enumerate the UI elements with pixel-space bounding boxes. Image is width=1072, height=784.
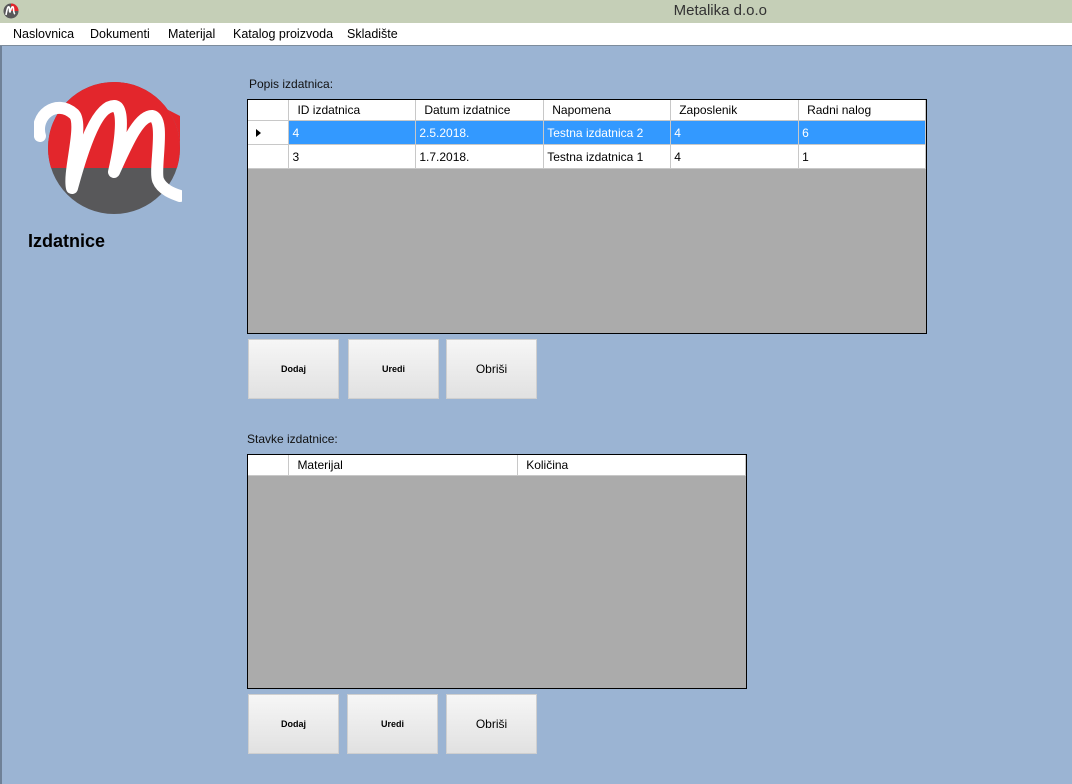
row-header[interactable]: [248, 120, 290, 145]
column-header-zaposlenik[interactable]: Zaposlenik: [670, 100, 800, 121]
menu-item-katalog-proizvoda[interactable]: Katalog proizvoda: [233, 27, 333, 41]
table-cell[interactable]: 4: [670, 120, 800, 145]
row-pointer-icon: [256, 128, 261, 137]
table-row[interactable]: 4 2.5.2018. Testna izdatnica 2 4 6: [248, 120, 926, 145]
table-header-row: Materijal Količina: [248, 455, 746, 476]
menu-item-skladiste[interactable]: Skladište: [347, 27, 398, 41]
column-header-napomena[interactable]: Napomena: [543, 100, 672, 121]
stavke-table: Materijal Količina: [248, 455, 746, 476]
izdatnice-edit-button[interactable]: Uredi: [348, 339, 439, 399]
page-title: Izdatnice: [28, 231, 106, 251]
table-row[interactable]: 3 1.7.2018. Testna izdatnica 1 4 1: [248, 144, 926, 169]
title-bar: Metalika d.o.o: [0, 0, 1072, 23]
stavke-delete-button[interactable]: Obriši: [446, 694, 537, 754]
table-cell[interactable]: 2.5.2018.: [415, 120, 545, 145]
row-header-corner: [248, 100, 290, 121]
row-header[interactable]: [248, 144, 290, 169]
menu-bar: Naslovnica Dokumenti Materijal Katalog p…: [0, 23, 1072, 46]
column-header-radni-nalog[interactable]: Radni nalog: [798, 100, 926, 121]
table-cell[interactable]: 1: [798, 144, 926, 169]
table-cell[interactable]: 4: [670, 144, 800, 169]
column-header-id[interactable]: ID izdatnica: [288, 100, 417, 121]
stavke-label: Stavke izdatnice:: [247, 432, 338, 446]
stavke-grid[interactable]: Materijal Količina: [247, 454, 747, 689]
stavke-edit-button[interactable]: Uredi: [347, 694, 438, 754]
menu-item-dokumenti[interactable]: Dokumenti: [90, 27, 150, 41]
column-header-materijal[interactable]: Materijal: [288, 455, 519, 476]
table-cell[interactable]: Testna izdatnica 1: [543, 144, 672, 169]
row-header-corner: [248, 455, 290, 476]
table-cell[interactable]: 3: [288, 144, 417, 169]
izdatnice-add-button[interactable]: Dodaj: [248, 339, 339, 399]
column-header-kolicina[interactable]: Količina: [517, 455, 746, 476]
table-cell[interactable]: 4: [288, 120, 417, 145]
menu-item-naslovnica[interactable]: Naslovnica: [13, 27, 74, 41]
izdatnice-label: Popis izdatnica:: [249, 77, 334, 91]
table-header-row: ID izdatnica Datum izdatnice Napomena Za…: [248, 100, 926, 121]
stavke-add-button[interactable]: Dodaj: [248, 694, 339, 754]
table-cell[interactable]: 6: [798, 120, 926, 145]
window-title: Metalika d.o.o: [673, 2, 767, 19]
column-header-datum[interactable]: Datum izdatnice: [415, 100, 545, 121]
izdatnice-grid[interactable]: ID izdatnica Datum izdatnice Napomena Za…: [247, 99, 927, 334]
izdatnice-table: ID izdatnica Datum izdatnice Napomena Za…: [248, 100, 926, 169]
table-cell[interactable]: 1.7.2018.: [415, 144, 545, 169]
table-cell[interactable]: Testna izdatnica 2: [543, 120, 672, 145]
metalika-logo: [34, 82, 182, 214]
izdatnice-delete-button[interactable]: Obriši: [446, 339, 537, 399]
menu-item-materijal[interactable]: Materijal: [168, 27, 215, 41]
